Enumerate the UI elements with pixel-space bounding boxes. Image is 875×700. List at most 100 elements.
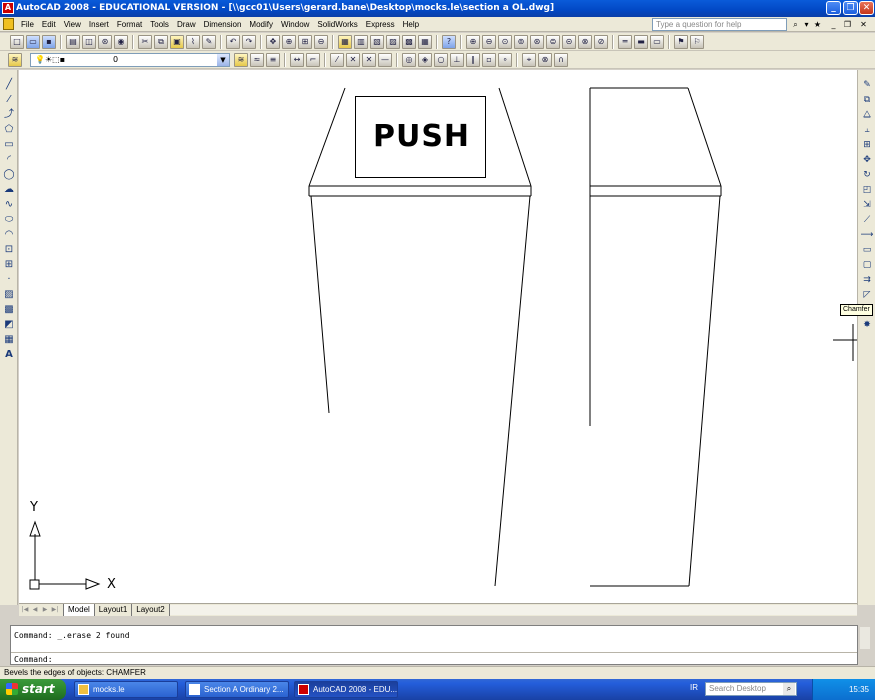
dwf-icon[interactable]: ◉ — [114, 35, 128, 49]
zoom-all-icon[interactable]: ⊙ — [498, 35, 512, 49]
print-icon[interactable]: ▤ — [66, 35, 80, 49]
autocad-app-icon[interactable]: A — [2, 2, 14, 14]
snap-insert-icon[interactable]: ▫ — [482, 53, 496, 67]
scale-icon[interactable]: ◰ — [860, 183, 874, 197]
hatch-icon[interactable]: ▨ — [2, 288, 16, 302]
command-scrollbar[interactable] — [860, 627, 870, 649]
break-icon[interactable]: ▢ — [860, 258, 874, 272]
calculator-icon[interactable]: ▦ — [418, 35, 432, 49]
menu-dimension[interactable]: Dimension — [200, 17, 246, 32]
markup-icon[interactable]: ▩ — [402, 35, 416, 49]
snap-intersection-icon[interactable]: ✕ — [346, 53, 360, 67]
ellipse-icon[interactable]: ⬭ — [2, 213, 16, 227]
last-tab-icon[interactable]: ▶| — [51, 606, 59, 614]
command-text-area[interactable]: Command: _.erase 2 found Command: — [10, 625, 858, 665]
join-icon[interactable]: ⇉ — [860, 273, 874, 287]
zoom-window-icon[interactable]: ⊞ — [298, 35, 312, 49]
clock[interactable]: 15:35 — [849, 685, 869, 694]
make-current-layer-icon[interactable]: ≋ — [234, 53, 248, 67]
zoom-realtime-icon[interactable]: ⊕ — [282, 35, 296, 49]
offset-icon[interactable]: ⫠ — [860, 123, 874, 137]
menu-solidworks[interactable]: SolidWorks — [313, 17, 361, 32]
zoom-previous-icon[interactable]: ⊖ — [314, 35, 328, 49]
layer-dropdown[interactable]: 💡☀⬚▪ 0 ▼ — [30, 53, 230, 67]
menu-insert[interactable]: Insert — [85, 17, 113, 32]
menu-edit[interactable]: Edit — [38, 17, 60, 32]
make-block-icon[interactable]: ⊞ — [2, 258, 16, 272]
construction-line-icon[interactable]: ⁄ — [2, 93, 16, 107]
paste-icon[interactable]: ▣ — [170, 35, 184, 49]
redo-icon[interactable]: ↷ — [242, 35, 256, 49]
stretch-icon[interactable]: ⇲ — [860, 198, 874, 212]
menu-view[interactable]: View — [60, 17, 85, 32]
search-icon[interactable]: ⌕ — [783, 683, 795, 695]
publish-icon[interactable]: ⊛ — [98, 35, 112, 49]
restore-button[interactable]: ❐ — [843, 1, 858, 15]
line-icon[interactable]: ╱ — [2, 78, 16, 92]
gradient-icon[interactable]: ▩ — [2, 303, 16, 317]
snap-none-icon[interactable]: ⊗ — [538, 53, 552, 67]
menu-express[interactable]: Express — [362, 17, 399, 32]
language-indicator[interactable]: IR — [690, 683, 698, 692]
menu-draw[interactable]: Draw — [173, 17, 200, 32]
menu-format[interactable]: Format — [113, 17, 146, 32]
zoom-previous2-icon[interactable]: ⊘ — [594, 35, 608, 49]
tab-layout2[interactable]: Layout2 — [132, 604, 170, 616]
help-icon[interactable]: ? — [442, 35, 456, 49]
task-section-a-document[interactable]: Section A Ordinary 2... — [185, 681, 289, 698]
copy-icon[interactable]: ⧉ — [154, 35, 168, 49]
sheet-set-icon[interactable]: ▨ — [386, 35, 400, 49]
arc-icon[interactable]: ◜ — [2, 153, 16, 167]
snap-center-icon[interactable]: ◎ — [402, 53, 416, 67]
dim-style-icon[interactable]: ═ — [618, 35, 632, 49]
document-icon[interactable] — [3, 18, 14, 30]
zoom-extents-icon[interactable]: ⊚ — [514, 35, 528, 49]
pan-icon[interactable]: ✥ — [266, 35, 280, 49]
close-button[interactable]: ✕ — [859, 1, 874, 15]
menu-file[interactable]: File — [17, 17, 38, 32]
snap-perpendicular-icon[interactable]: ⊥ — [450, 53, 464, 67]
layer-isolate-icon[interactable]: ≡ — [266, 53, 280, 67]
help-search-icon[interactable]: ⌕ — [790, 19, 801, 30]
print-preview-icon[interactable]: ◫ — [82, 35, 96, 49]
zoom-in-icon[interactable]: ⊕ — [466, 35, 480, 49]
snap-apparent-icon[interactable]: ✕ — [362, 53, 376, 67]
osnap-settings-icon[interactable]: ∩ — [554, 53, 568, 67]
zoom-out-icon[interactable]: ⊖ — [482, 35, 496, 49]
snap-quadrant-icon[interactable]: ◈ — [418, 53, 432, 67]
layer-previous-icon[interactable]: ≈ — [250, 53, 264, 67]
circle-icon[interactable]: ◯ — [2, 168, 16, 182]
undo-icon[interactable]: ↶ — [226, 35, 240, 49]
ellipse-arc-icon[interactable]: ◠ — [2, 228, 16, 242]
minimize-button[interactable]: _ — [826, 1, 841, 15]
task-mocks-folder[interactable]: mocks.le — [74, 681, 178, 698]
zoom-center-icon[interactable]: ⊜ — [546, 35, 560, 49]
prev-tab-icon[interactable]: ◀ — [31, 606, 39, 614]
chamfer-icon[interactable]: ◸ — [860, 288, 874, 302]
snap-node-icon[interactable]: ∘ — [498, 53, 512, 67]
tool-palettes-icon[interactable]: ▧ — [370, 35, 384, 49]
help-dropdown-icon[interactable]: ▾ — [801, 19, 812, 30]
zoom-object-icon[interactable]: ⊝ — [562, 35, 576, 49]
polyline-icon[interactable]: ⤴ — [2, 108, 16, 122]
cut-icon[interactable]: ✂ — [138, 35, 152, 49]
menu-tools[interactable]: Tools — [146, 17, 173, 32]
start-button[interactable]: start — [0, 679, 66, 700]
match-properties-icon[interactable]: ⌇ — [186, 35, 200, 49]
snap-midpoint-icon[interactable]: ⁄ — [330, 53, 344, 67]
snap-endpoint-icon[interactable]: ⌐ — [306, 53, 320, 67]
design-center-icon[interactable]: ▥ — [354, 35, 368, 49]
rotate-icon[interactable]: ↻ — [860, 168, 874, 182]
region-icon[interactable]: ◩ — [2, 318, 16, 332]
break-at-point-icon[interactable]: ▭ — [860, 243, 874, 257]
favorites-icon[interactable]: ★ — [812, 19, 823, 30]
table-icon[interactable]: ▦ — [2, 333, 16, 347]
multiline-text-icon[interactable]: A — [2, 348, 16, 362]
insert-block-icon[interactable]: ⊡ — [2, 243, 16, 257]
array-icon[interactable]: ⊞ — [860, 138, 874, 152]
open-icon[interactable]: ▭ — [26, 35, 40, 49]
new-icon[interactable]: □ — [10, 35, 24, 49]
erase-icon[interactable]: ✎ — [860, 78, 874, 92]
table-style-icon[interactable]: ▭ — [650, 35, 664, 49]
layer-states-icon[interactable]: ⚐ — [690, 35, 704, 49]
